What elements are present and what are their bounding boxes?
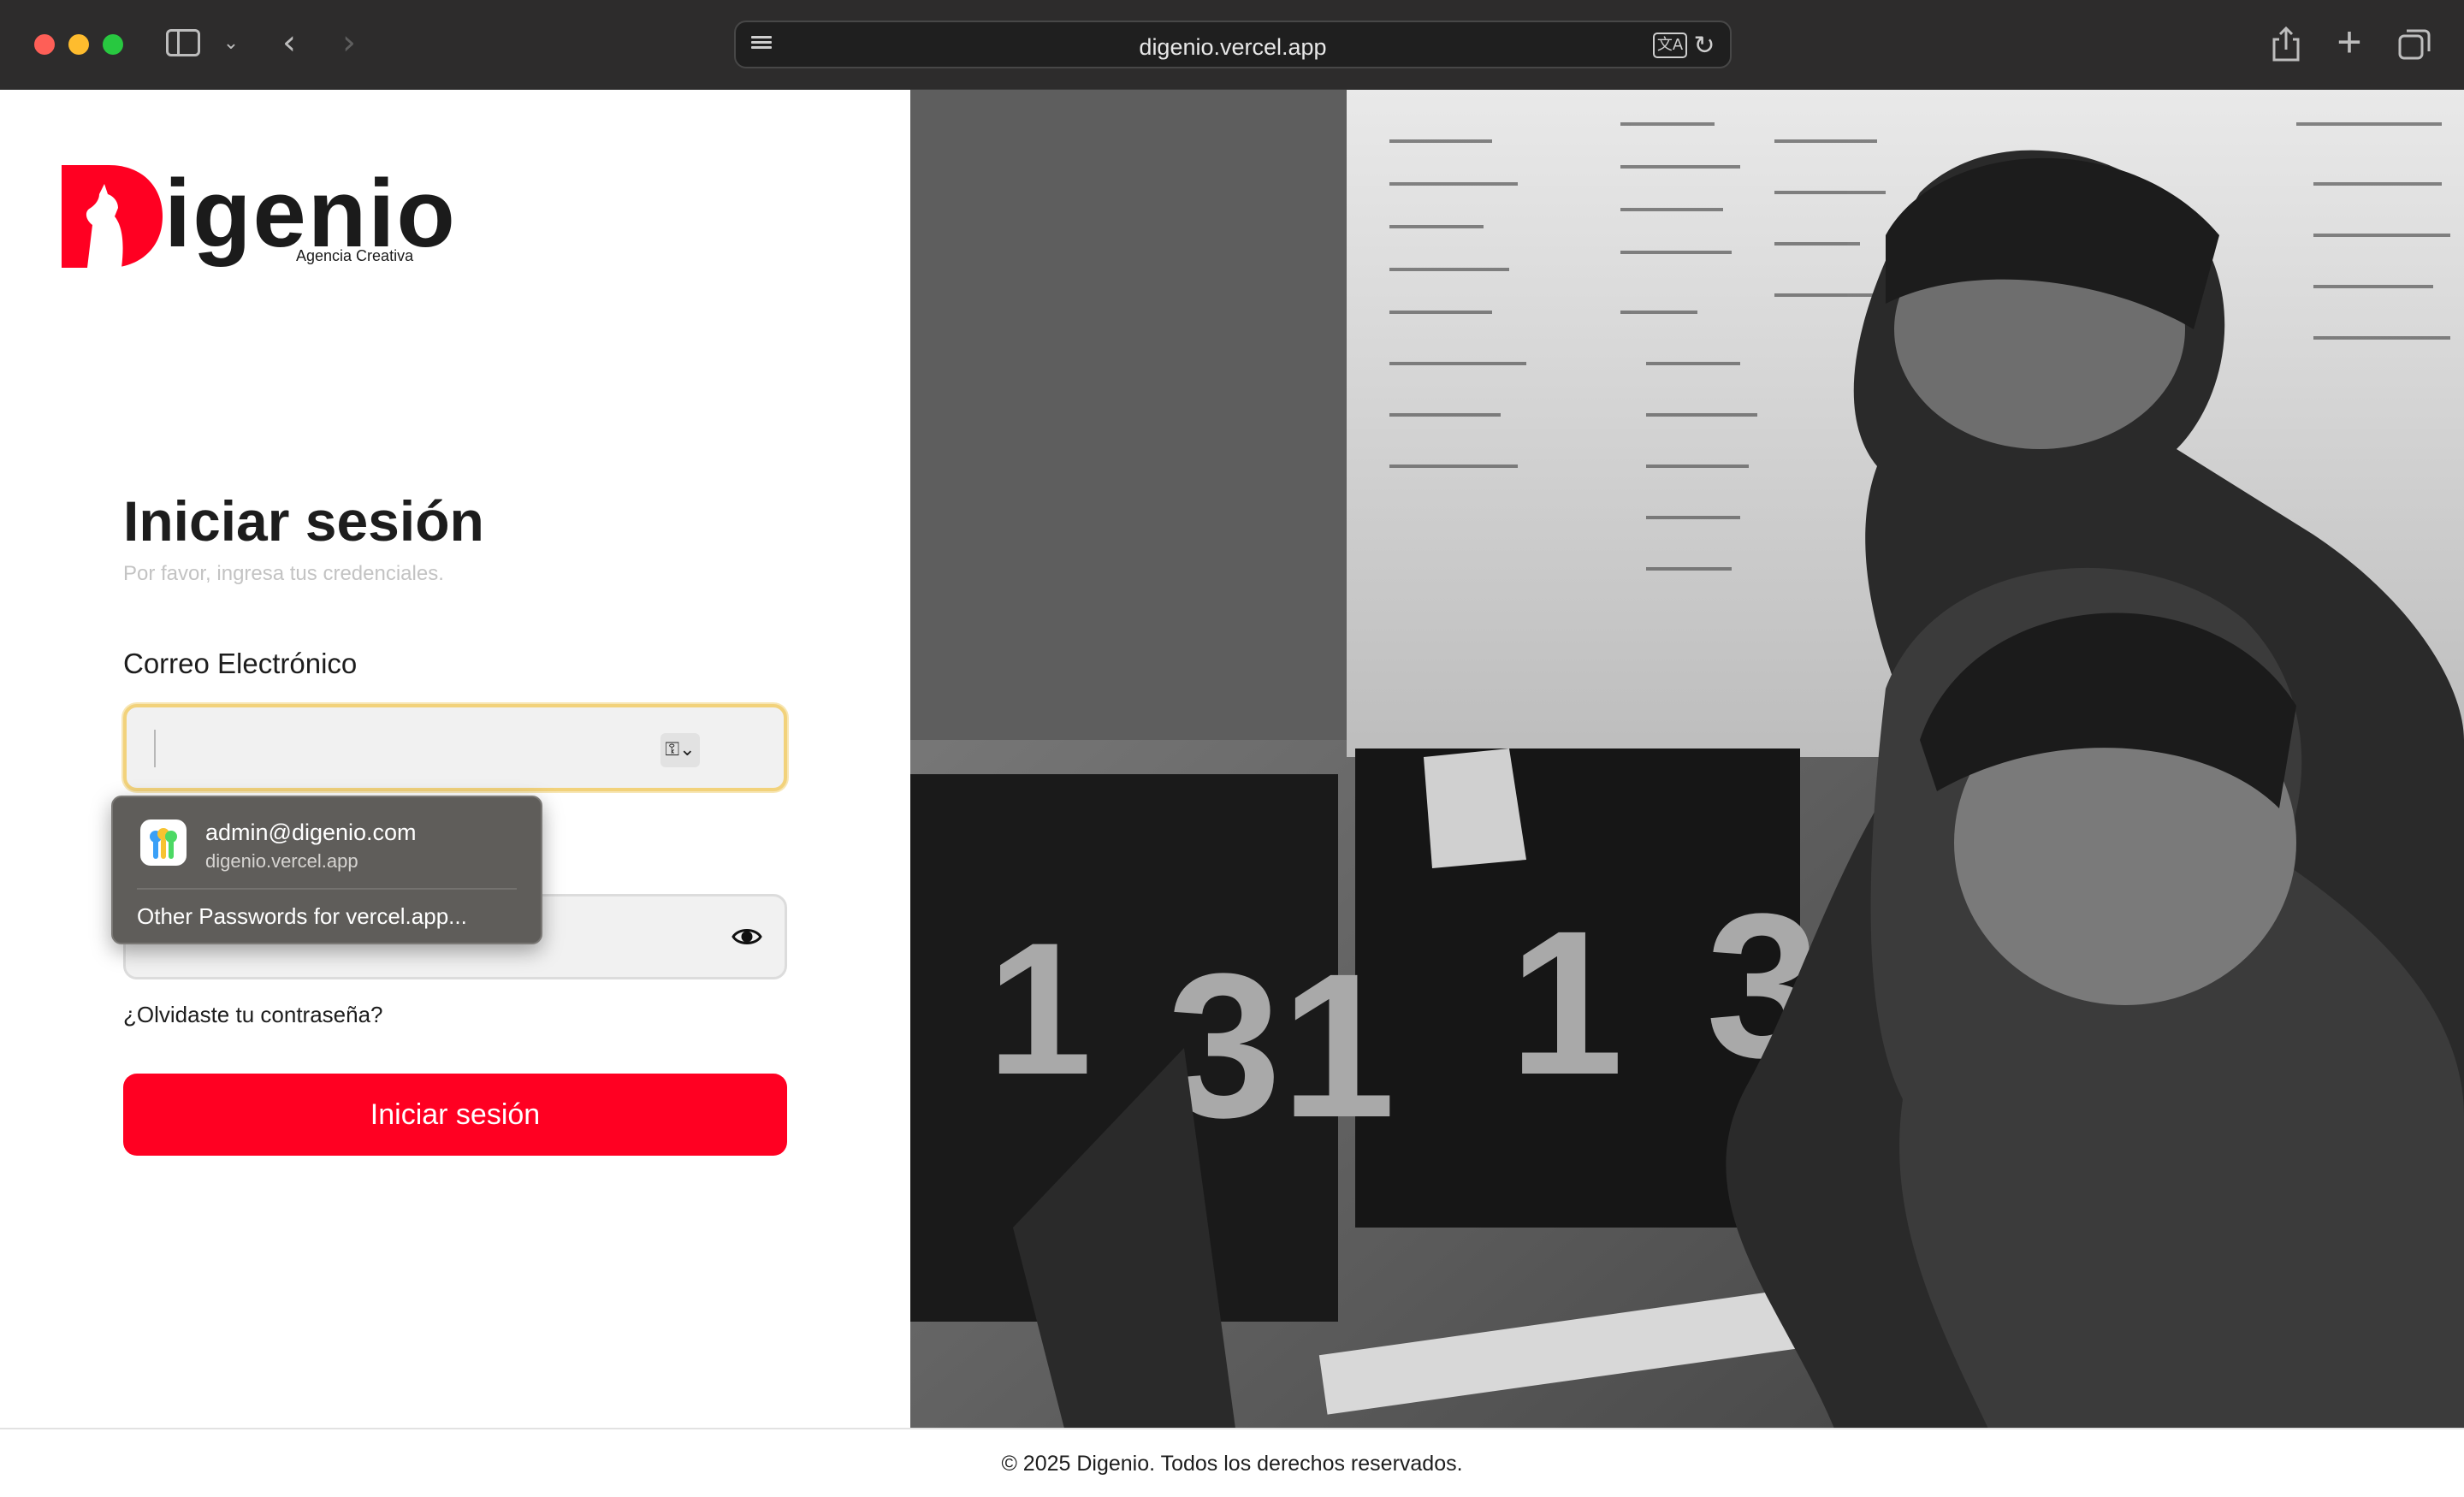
email-label: Correo Electrónico (123, 648, 358, 679)
key-icon[interactable]: ⚿⌄ (660, 733, 700, 767)
sidebar-icon[interactable] (166, 29, 200, 56)
forward-arrow-icon[interactable]: › (334, 23, 364, 62)
page-title: Iniciar sesión (123, 489, 484, 553)
login-panel: igenio Agencia Creativa Iniciar sesión P… (0, 90, 910, 1429)
passwords-app-icon (140, 820, 187, 866)
password-autofill-popup: admin@digenio.com digenio.vercel.app Oth… (111, 796, 542, 944)
brand-tagline: Agencia Creativa (296, 247, 414, 264)
tabs-overview-icon[interactable] (2397, 27, 2431, 62)
close-window-button[interactable] (34, 34, 55, 55)
browser-toolbar: ⌄ ‹ › digenio.vercel.app 文A ↻ + (0, 0, 2464, 90)
text-caret (154, 730, 156, 767)
zoom-window-button[interactable] (103, 34, 123, 55)
svg-text:1: 1 (987, 903, 1092, 1114)
brand-logo[interactable]: igenio Agencia Creativa (62, 158, 455, 269)
svg-text:1: 1 (1509, 888, 1623, 1117)
other-passwords-item[interactable]: Other Passwords for vercel.app... (137, 903, 467, 930)
eye-icon[interactable] (732, 924, 762, 950)
autofill-suggestion-username[interactable]: admin@digenio.com (205, 820, 417, 846)
copyright-text: © 2025 Digenio. Todos los derechos reser… (1001, 1452, 1463, 1476)
svg-text:31: 31 (1167, 931, 1395, 1160)
url-text[interactable]: digenio.vercel.app (736, 34, 1730, 61)
logo-mark-icon (62, 165, 163, 268)
autofill-suggestion-domain[interactable]: digenio.vercel.app (205, 850, 358, 873)
page-subtitle: Por favor, ingresa tus credenciales. (123, 562, 444, 585)
plus-icon[interactable]: + (2332, 18, 2366, 66)
site-footer: © 2025 Digenio. Todos los derechos reser… (0, 1428, 2464, 1497)
chevron-down-icon[interactable]: ⌄ (221, 29, 241, 56)
login-button[interactable]: Iniciar sesión (123, 1074, 787, 1156)
reload-icon[interactable]: ↻ (1691, 31, 1718, 61)
hero-photo: 1 31 1 3 (910, 90, 2464, 1429)
share-icon[interactable] (2271, 26, 2301, 62)
minimize-window-button[interactable] (68, 34, 89, 55)
divider (137, 888, 517, 890)
address-bar[interactable]: digenio.vercel.app 文A ↻ (734, 21, 1732, 68)
forgot-password-link[interactable]: ¿Olvidaste tu contraseña? (123, 1002, 383, 1028)
back-arrow-icon[interactable]: ‹ (274, 23, 305, 62)
email-field[interactable]: ⚿⌄ (123, 704, 787, 791)
translate-icon[interactable]: 文A (1653, 33, 1687, 58)
